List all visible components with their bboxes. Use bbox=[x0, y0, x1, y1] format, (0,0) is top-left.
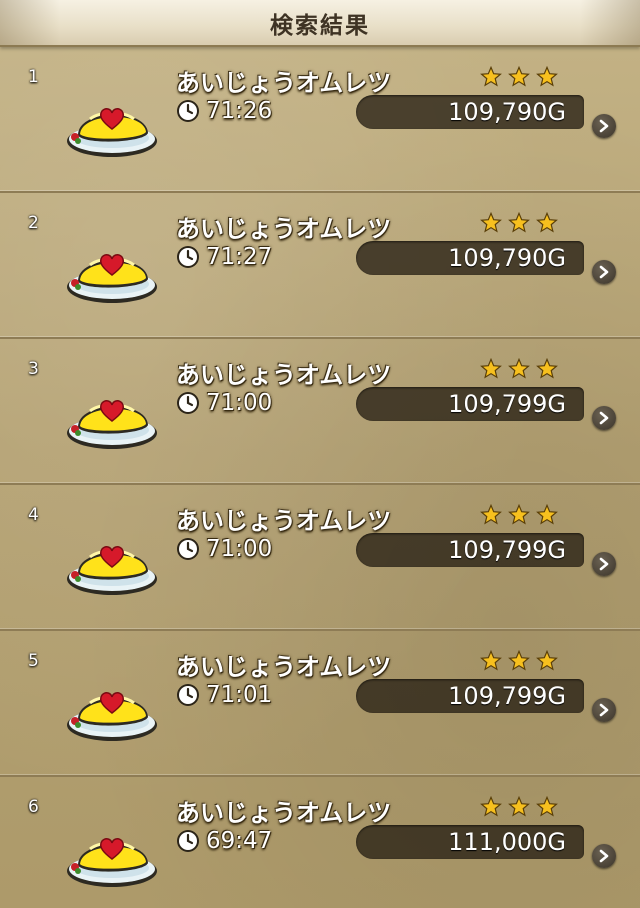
result-row-6[interactable]: 6 あいじょうオムレツ 69:47 111,000G bbox=[0, 777, 640, 908]
chevron-right-icon[interactable] bbox=[592, 552, 616, 576]
result-index: 4 bbox=[28, 505, 39, 525]
result-list: 1 あいじょうオムレツ 71:26 109,790G 2 あいじょうオムレツ 7… bbox=[0, 47, 640, 908]
star-icon bbox=[508, 650, 530, 671]
omelet-dish-icon bbox=[67, 254, 157, 303]
price-box: 111,000G bbox=[356, 825, 584, 859]
omelet-dish-icon bbox=[67, 108, 157, 157]
star-icon bbox=[536, 650, 558, 671]
chevron-right-icon[interactable] bbox=[592, 406, 616, 430]
time-remaining: 71:26 bbox=[206, 98, 273, 124]
timer: 69:47 bbox=[176, 828, 272, 854]
clock-icon bbox=[177, 100, 199, 122]
price: 109,799G bbox=[448, 536, 566, 564]
clock-icon bbox=[177, 246, 199, 268]
time-remaining: 69:47 bbox=[206, 828, 273, 854]
result-row-3[interactable]: 3 あいじょうオムレツ 71:00 109,799G bbox=[0, 339, 640, 485]
result-row-4[interactable]: 4 あいじょうオムレツ 71:00 109,799G bbox=[0, 485, 640, 631]
star-rating bbox=[480, 796, 558, 818]
time-remaining: 71:00 bbox=[206, 390, 273, 416]
star-icon bbox=[480, 796, 502, 817]
result-index: 2 bbox=[28, 213, 39, 233]
time-remaining: 71:00 bbox=[206, 536, 273, 562]
price: 109,790G bbox=[448, 98, 566, 126]
price: 109,790G bbox=[448, 244, 566, 272]
clock-icon bbox=[177, 538, 199, 560]
result-index: 6 bbox=[28, 797, 39, 817]
star-rating bbox=[480, 66, 558, 88]
result-row-1[interactable]: 1 あいじょうオムレツ 71:26 109,790G bbox=[0, 47, 640, 193]
price-box: 109,790G bbox=[356, 95, 584, 129]
star-icon bbox=[480, 66, 502, 87]
timer: 71:01 bbox=[176, 682, 272, 708]
star-icon bbox=[536, 504, 558, 525]
item-name: あいじょうオムレツ bbox=[176, 507, 392, 535]
omelet-dish-icon bbox=[67, 546, 157, 595]
price-box: 109,790G bbox=[356, 241, 584, 275]
result-index: 5 bbox=[28, 651, 39, 671]
timer: 71:26 bbox=[176, 98, 272, 124]
timer: 71:27 bbox=[176, 244, 272, 270]
item-name: あいじょうオムレツ bbox=[176, 653, 392, 681]
omelet-dish-icon bbox=[67, 692, 157, 741]
item-name: あいじょうオムレツ bbox=[176, 799, 392, 827]
item-name: あいじょうオムレツ bbox=[176, 215, 392, 243]
time-remaining: 71:27 bbox=[206, 244, 273, 270]
star-rating bbox=[480, 358, 558, 380]
clock-icon bbox=[177, 392, 199, 414]
star-icon bbox=[508, 504, 530, 525]
star-icon bbox=[536, 66, 558, 87]
result-index: 3 bbox=[28, 359, 39, 379]
chevron-right-icon[interactable] bbox=[592, 698, 616, 722]
app-screen: 検索結果 1 あいじょうオムレツ 71:26 109,790G 2 あいじょうオ… bbox=[0, 0, 640, 908]
star-icon bbox=[536, 212, 558, 233]
star-icon bbox=[508, 358, 530, 379]
omelet-dish-icon bbox=[67, 400, 157, 449]
timer: 71:00 bbox=[176, 390, 272, 416]
star-rating bbox=[480, 212, 558, 234]
price-box: 109,799G bbox=[356, 387, 584, 421]
omelet-dish-icon bbox=[67, 838, 157, 887]
chevron-right-icon[interactable] bbox=[592, 114, 616, 138]
clock-icon bbox=[177, 684, 199, 706]
timer: 71:00 bbox=[176, 536, 272, 562]
star-icon bbox=[480, 358, 502, 379]
star-icon bbox=[536, 796, 558, 817]
price-box: 109,799G bbox=[356, 679, 584, 713]
star-rating bbox=[480, 650, 558, 672]
time-remaining: 71:01 bbox=[206, 682, 273, 708]
clock-icon bbox=[177, 830, 199, 852]
chevron-right-icon[interactable] bbox=[592, 260, 616, 284]
price: 109,799G bbox=[448, 682, 566, 710]
price: 109,799G bbox=[448, 390, 566, 418]
item-name: あいじょうオムレツ bbox=[176, 361, 392, 389]
price-box: 109,799G bbox=[356, 533, 584, 567]
chevron-right-icon[interactable] bbox=[592, 844, 616, 868]
result-row-5[interactable]: 5 あいじょうオムレツ 71:01 109,799G bbox=[0, 631, 640, 777]
page-title: 検索結果 bbox=[270, 12, 370, 39]
header-bar: 検索結果 bbox=[0, 0, 640, 47]
result-row-2[interactable]: 2 あいじょうオムレツ 71:27 109,790G bbox=[0, 193, 640, 339]
star-icon bbox=[480, 504, 502, 525]
star-rating bbox=[480, 504, 558, 526]
item-name: あいじょうオムレツ bbox=[176, 69, 392, 97]
star-icon bbox=[508, 796, 530, 817]
star-icon bbox=[508, 212, 530, 233]
price: 111,000G bbox=[448, 828, 566, 856]
star-icon bbox=[508, 66, 530, 87]
star-icon bbox=[480, 212, 502, 233]
result-index: 1 bbox=[28, 67, 39, 87]
star-icon bbox=[480, 650, 502, 671]
star-icon bbox=[536, 358, 558, 379]
